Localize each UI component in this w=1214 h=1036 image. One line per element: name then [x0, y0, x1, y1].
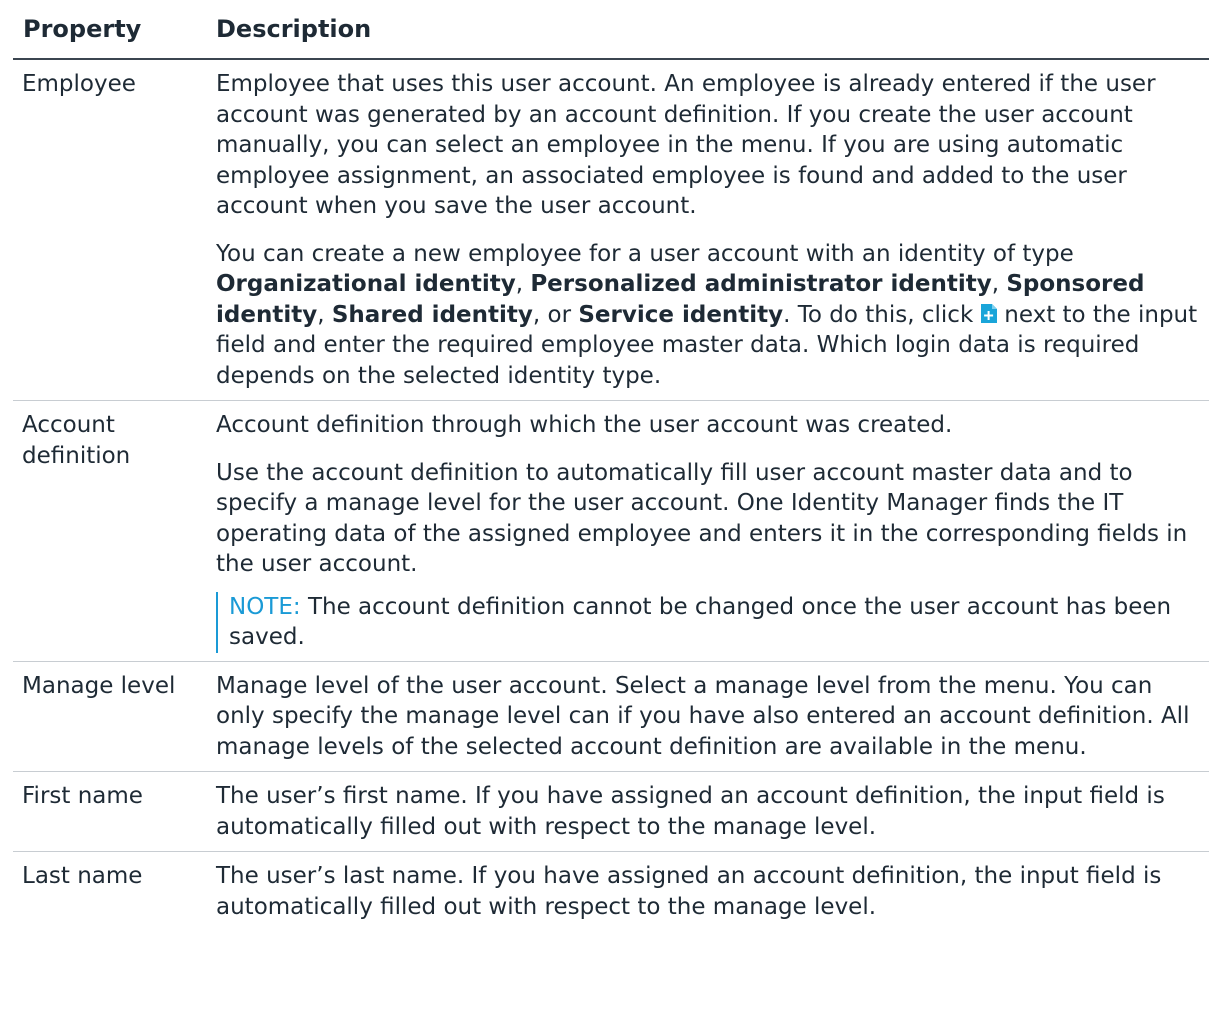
property-table: Property Description Employee Employee t…: [13, 0, 1209, 922]
description-paragraph: Use the account definition to automatica…: [216, 459, 1188, 578]
property-name: Manage level: [13, 661, 213, 772]
identity-type-term: Service identity: [578, 301, 784, 328]
paragraph-text: . To do this, click: [783, 301, 974, 328]
note-label: NOTE:: [229, 593, 301, 620]
add-document-icon: [979, 302, 998, 323]
note-text: The account definition cannot be changed…: [229, 593, 1172, 651]
description-paragraph: Manage level of the user account. Select…: [216, 672, 1190, 760]
separator-text: , or: [532, 301, 579, 328]
identity-type-term: Personalized administrator identity: [530, 271, 992, 297]
header-description: Description: [213, 0, 1209, 60]
separator-text: ,: [317, 301, 332, 328]
header-property: Property: [13, 0, 213, 60]
note-callout: NOTE: The account definition cannot be c…: [216, 591, 1205, 653]
table-row-manage-level: Manage level Manage level of the user ac…: [13, 661, 1209, 772]
property-description: The user’s last name. If you have assign…: [213, 852, 1209, 923]
table-row-first-name: First name The user’s first name. If you…: [13, 771, 1209, 852]
paragraph-text: You can create a new employee for a user…: [216, 240, 1074, 267]
description-paragraph: You can create a new employee for a user…: [216, 239, 1205, 392]
property-description: Manage level of the user account. Select…: [213, 661, 1209, 772]
table-header: Property Description: [13, 0, 1209, 60]
separator-text: ,: [991, 271, 1007, 297]
property-name: Employee: [13, 59, 213, 401]
description-paragraph: The user’s last name. If you have assign…: [216, 863, 1162, 920]
property-description: Employee that uses this user account. An…: [213, 59, 1209, 401]
table-row-last-name: Last name The user’s last name. If you h…: [13, 852, 1209, 923]
table-row-employee: Employee Employee that uses this user ac…: [13, 59, 1209, 401]
description-paragraph: The user’s first name. If you have assig…: [216, 783, 1165, 840]
identity-type-term: Organizational identity: [216, 271, 516, 297]
property-description: The user’s first name. If you have assig…: [213, 771, 1209, 852]
separator-text: ,: [515, 271, 531, 297]
description-paragraph: Employee that uses this user account. An…: [216, 71, 1156, 219]
property-name: Last name: [22, 863, 143, 889]
property-name: Account definition: [13, 400, 213, 662]
description-paragraph: Account definition through which the use…: [216, 412, 953, 438]
table-row-account-definition: Account definition Account definition th…: [13, 400, 1209, 662]
identity-type-term: Shared identity: [331, 301, 533, 328]
property-name: First name: [13, 771, 213, 852]
property-description: Account definition through which the use…: [213, 400, 1209, 662]
